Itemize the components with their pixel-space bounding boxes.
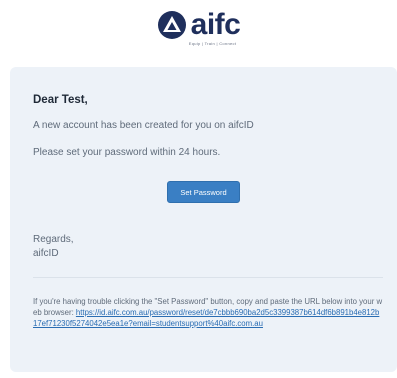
header-logo: aifc Equip | Train | Connect bbox=[0, 10, 397, 46]
logo-wordmark: aifc bbox=[190, 8, 241, 41]
account-created-text: A new account has been created for you o… bbox=[33, 120, 254, 131]
divider bbox=[33, 277, 383, 278]
sign-off: Regards, aifcID bbox=[33, 233, 74, 261]
password-deadline-text: Please set your password within 24 hours… bbox=[33, 147, 221, 158]
signature-text: aifcID bbox=[33, 248, 59, 259]
email-page: aifc Equip | Train | Connect Dear Test, … bbox=[0, 0, 397, 378]
regards-text: Regards, bbox=[33, 234, 74, 245]
greeting: Dear Test, bbox=[33, 94, 88, 106]
set-password-button[interactable]: Set Password bbox=[167, 181, 240, 203]
logo-tagline: Equip | Train | Connect bbox=[188, 41, 237, 46]
email-body-card: Dear Test, A new account has been create… bbox=[10, 67, 397, 372]
reset-password-link[interactable]: https://id.aifc.com.au/password/reset/de… bbox=[33, 308, 379, 328]
button-row: Set Password bbox=[10, 181, 397, 203]
aifc-logo-icon bbox=[157, 11, 186, 39]
help-text-block: If you're having trouble clicking the "S… bbox=[33, 296, 383, 329]
